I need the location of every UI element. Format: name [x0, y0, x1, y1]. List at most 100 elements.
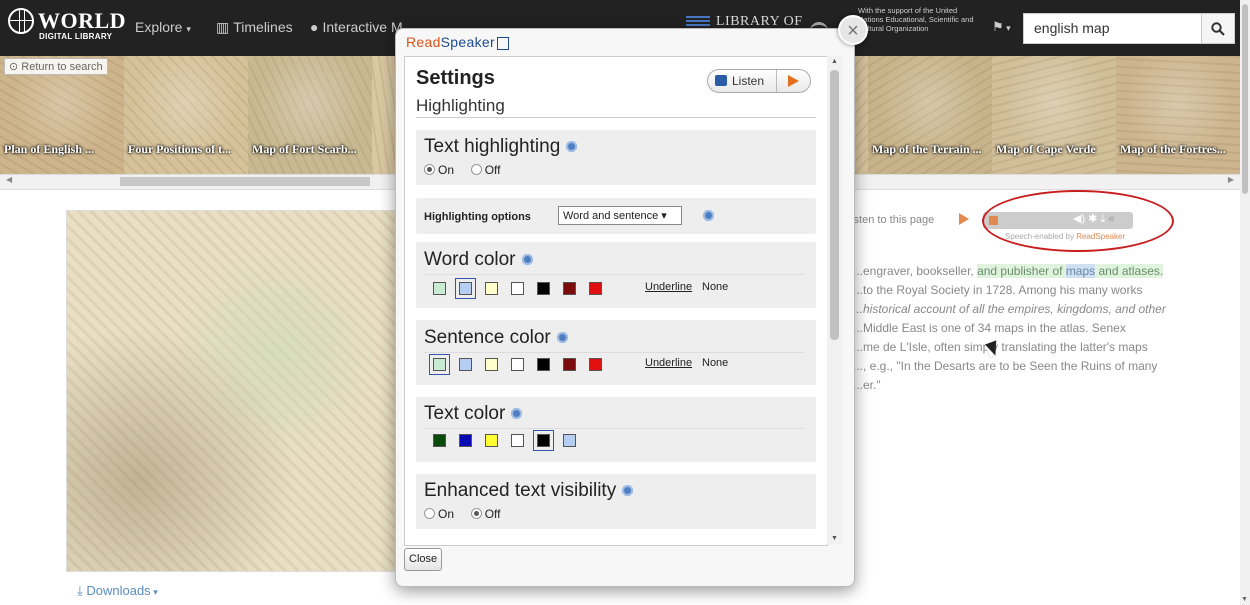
readspeaker-logo: ReadSpeaker	[406, 34, 509, 50]
caret-down-icon: ▾	[186, 24, 191, 34]
thumbnail-item[interactable]: Map of the Fortres...	[1116, 56, 1240, 174]
underline-option[interactable]: Underline	[645, 357, 692, 369]
radio-on[interactable]	[424, 508, 435, 519]
divider	[424, 428, 804, 429]
download-icon: ⤓	[77, 583, 87, 598]
info-icon[interactable]	[556, 332, 568, 344]
thumbnail-item[interactable]: Map of Cape Verde	[992, 56, 1117, 174]
globe-small-icon: ●	[310, 19, 319, 35]
section-title-text: Text highlighting	[424, 136, 561, 157]
radio-off[interactable]	[470, 508, 482, 519]
scroll-up-icon[interactable]: ▲	[831, 58, 838, 65]
info-icon[interactable]	[511, 408, 523, 420]
main-map-image[interactable]	[66, 210, 418, 572]
settings-scrollbar[interactable]: ▲ ▼	[827, 56, 842, 544]
description-line: ...engraver, bookseller, and publisher o…	[853, 262, 1233, 281]
nav-timelines[interactable]: ▥ Timelines	[216, 19, 293, 36]
scroll-left-icon[interactable]: ◀	[6, 175, 12, 184]
none-option[interactable]: None	[702, 281, 728, 293]
section-title: Sentence color	[424, 327, 568, 349]
color-swatch[interactable]	[429, 354, 450, 375]
strip-scroll-thumb[interactable]	[120, 177, 370, 186]
color-swatch[interactable]	[563, 434, 576, 447]
return-to-search-button[interactable]: ⊙ Return to search	[4, 58, 108, 75]
color-swatch[interactable]	[537, 282, 550, 295]
nav-timelines-label: Timelines	[233, 19, 293, 35]
nav-explore[interactable]: Explore ▾	[135, 19, 191, 35]
page-scrollbar[interactable]: ▼	[1240, 0, 1250, 605]
text-color-section: Text color	[416, 397, 816, 462]
logo-read: Read	[406, 34, 441, 50]
radio-off[interactable]	[470, 164, 482, 175]
highlighting-options-section: Highlighting options Word and sentence ▾	[416, 198, 816, 234]
color-swatch[interactable]	[533, 430, 554, 451]
settings-panel[interactable]: Settings Highlighting Listen Text highli…	[404, 56, 828, 546]
color-swatch[interactable]	[589, 358, 602, 371]
logo-subtitle: DIGITAL LIBRARY	[39, 32, 113, 41]
sentence-color-swatches: Underline None	[425, 354, 805, 375]
settings-scroll-thumb[interactable]	[830, 70, 839, 340]
radio-on[interactable]	[424, 164, 435, 175]
item-description: ...engraver, bookseller, and publisher o…	[853, 262, 1233, 395]
listen-to-page-button[interactable]: Listen to this page	[845, 214, 955, 226]
none-option[interactable]: None	[702, 357, 728, 369]
color-swatch[interactable]	[537, 358, 550, 371]
color-swatch[interactable]	[459, 358, 472, 371]
color-swatch[interactable]	[485, 358, 498, 371]
color-swatch[interactable]	[563, 282, 576, 295]
color-swatch[interactable]	[511, 358, 524, 371]
thumbnail-label: Map of Fort Scarb...	[252, 142, 357, 156]
info-icon[interactable]	[566, 141, 578, 153]
play-icon[interactable]	[959, 213, 969, 225]
highlighting-options-select[interactable]: Word and sentence ▾	[558, 206, 682, 225]
settings-title: Settings	[416, 67, 495, 89]
language-dropdown[interactable]: ⚑ ▾	[992, 19, 1011, 35]
bar-chart-icon: ▥	[216, 19, 230, 35]
color-swatch[interactable]	[511, 434, 524, 447]
info-icon[interactable]	[521, 254, 533, 266]
section-title-text: Enhanced text visibility	[424, 480, 617, 501]
color-swatch[interactable]	[455, 278, 476, 299]
search-input[interactable]: english map	[1023, 13, 1202, 44]
thumbnail-item[interactable]: Four Positions of t...	[124, 56, 249, 174]
color-swatch[interactable]	[485, 434, 498, 447]
description-line: ...me de L'Isle, often simply translatin…	[853, 340, 1148, 354]
nav-maps-label: Interactive Maps	[322, 19, 402, 35]
radio-on-label: On	[438, 507, 455, 521]
radio-on-label: On	[438, 163, 455, 177]
listen-button[interactable]: Listen	[707, 69, 811, 93]
unesco-credit: With the support of the United Nations E…	[858, 6, 974, 33]
underline-option[interactable]: Underline	[645, 281, 692, 293]
search-button[interactable]	[1201, 13, 1235, 44]
close-button[interactable]: Close	[404, 548, 443, 571]
text-color-swatches	[425, 430, 805, 451]
color-swatch[interactable]	[563, 358, 576, 371]
thumbnail-label: Map of Cape Verde	[996, 142, 1096, 156]
scroll-right-icon[interactable]: ▶	[1228, 175, 1234, 184]
color-swatch[interactable]	[433, 434, 446, 447]
color-swatch[interactable]	[589, 282, 602, 295]
scroll-down-icon[interactable]: ▼	[1241, 596, 1248, 603]
color-swatch[interactable]	[485, 282, 498, 295]
flag-icon: ⚑	[992, 19, 1004, 34]
nav-interactive-maps[interactable]: ●Interactive Maps	[310, 19, 402, 35]
color-swatch[interactable]	[433, 282, 446, 295]
thumbnail-item[interactable]: Map of the Terrain ...	[868, 56, 993, 174]
color-swatch[interactable]	[459, 434, 472, 447]
page-scroll-thumb[interactable]	[1242, 4, 1248, 194]
section-title: Enhanced text visibility	[424, 480, 634, 502]
info-icon[interactable]	[622, 485, 634, 497]
search-icon	[1211, 22, 1225, 36]
info-icon[interactable]	[703, 210, 714, 221]
description-line: ..., e.g., "In the Desarts are to be See…	[853, 359, 1158, 373]
color-swatch[interactable]	[511, 282, 524, 295]
downloads-dropdown[interactable]: ⤓ Downloads ▾	[77, 583, 158, 599]
close-icon[interactable]: ×	[838, 15, 868, 45]
scroll-down-icon[interactable]: ▼	[831, 535, 838, 542]
enhanced-visibility-options: On Off	[424, 507, 501, 521]
enhanced-visibility-section: Enhanced text visibility On Off	[416, 474, 816, 529]
logo-speaker: Speaker	[440, 34, 495, 50]
sentence-highlight: and atlases.	[1095, 264, 1164, 278]
thumbnail-item[interactable]: Map of Fort Scarb...	[248, 56, 373, 174]
text-highlighting-options: On Off	[424, 163, 501, 177]
